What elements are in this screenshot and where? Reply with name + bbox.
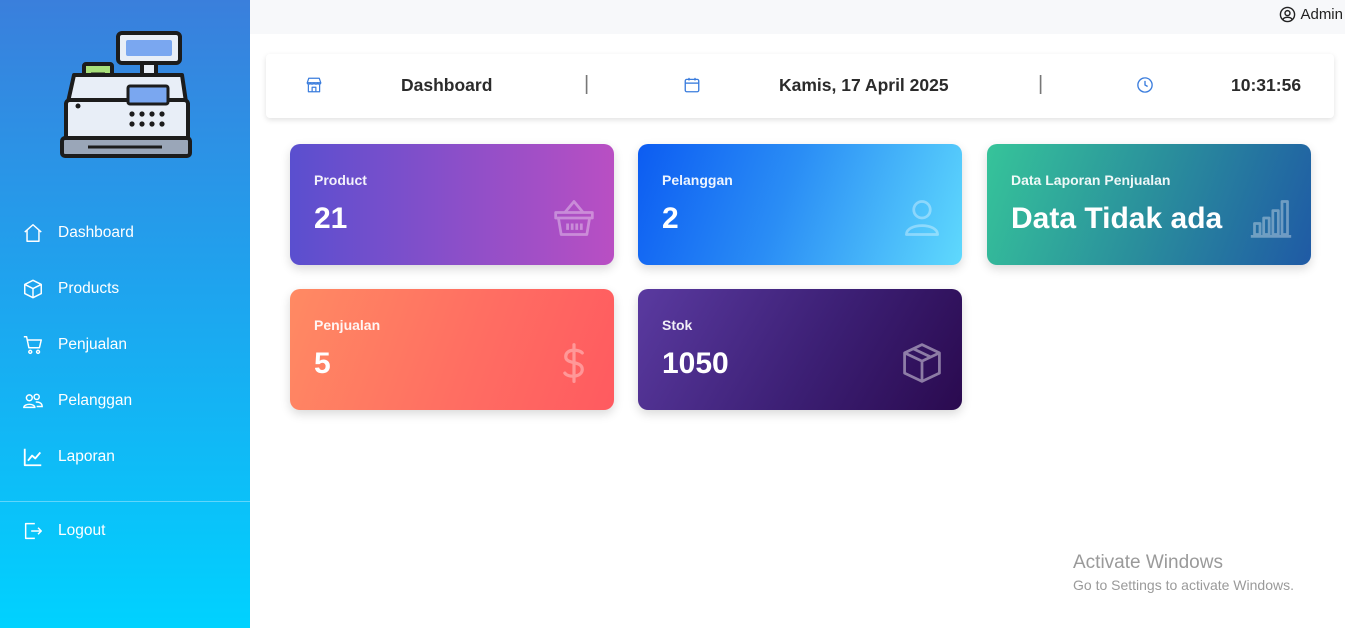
sidebar-item-label: Dashboard	[58, 224, 134, 241]
chart-line-icon	[23, 448, 42, 467]
card-value: 21	[314, 202, 348, 235]
bar-chart-icon	[1250, 200, 1292, 238]
logout-label: Logout	[58, 522, 106, 539]
card-pelanggan[interactable]: Pelanggan 2	[638, 144, 962, 265]
watermark-subtitle: Go to Settings to activate Windows.	[1073, 577, 1294, 593]
card-value: 5	[314, 347, 331, 380]
card-laporan-penjualan[interactable]: Data Laporan Penjualan Data Tidak ada	[987, 144, 1311, 265]
card-stok[interactable]: Stok 1050	[638, 289, 962, 410]
user-circle-icon	[1280, 6, 1296, 23]
clock-icon	[1137, 77, 1153, 93]
card-product[interactable]: Product 21	[290, 144, 614, 265]
card-value: Data Tidak ada	[1011, 202, 1223, 235]
box-icon	[903, 343, 941, 383]
card-value: 1050	[662, 347, 729, 380]
cart-icon	[23, 336, 42, 355]
windows-activation-watermark: Activate Windows Go to Settings to activ…	[1073, 552, 1294, 593]
sidebar-item-label: Laporan	[58, 448, 115, 465]
basket-icon	[554, 200, 594, 236]
card-label: Penjualan	[314, 317, 381, 333]
home-icon	[24, 224, 42, 242]
dollar-icon	[563, 343, 584, 383]
sidebar-nav: Dashboard Products Penjualan Pelanggan L…	[0, 205, 250, 485]
logout-button[interactable]: Logout	[0, 503, 250, 559]
calendar-icon	[684, 77, 700, 93]
card-label: Product	[314, 172, 367, 188]
cash-register-logo	[60, 31, 192, 158]
sidebar-item-pelanggan[interactable]: Pelanggan	[0, 373, 250, 429]
users-icon	[23, 393, 43, 409]
current-date: Kamis, 17 April 2025	[779, 75, 949, 95]
user-menu[interactable]: Admin	[1279, 6, 1343, 23]
box-icon	[24, 279, 42, 299]
card-penjualan[interactable]: Penjualan 5	[290, 289, 614, 410]
sidebar-item-laporan[interactable]: Laporan	[0, 429, 250, 485]
page-title: Dashboard	[401, 75, 493, 95]
card-value: 2	[662, 202, 679, 235]
info-separator: |	[584, 73, 590, 95]
sidebar-divider	[0, 501, 250, 502]
topbar: Admin	[250, 0, 1345, 34]
card-label: Data Laporan Penjualan	[1011, 172, 1171, 188]
info-bar: Dashboard | Kamis, 17 April 2025 | 10:31…	[266, 54, 1334, 118]
logout-icon	[24, 522, 42, 540]
person-icon	[905, 200, 939, 236]
sidebar-item-label: Penjualan	[58, 336, 127, 353]
user-name: Admin	[1300, 6, 1343, 23]
sidebar-item-dashboard[interactable]: Dashboard	[0, 205, 250, 261]
sidebar-item-products[interactable]: Products	[0, 261, 250, 317]
sidebar-item-penjualan[interactable]: Penjualan	[0, 317, 250, 373]
logout-section: Logout	[0, 503, 250, 559]
sidebar-item-label: Pelanggan	[58, 392, 133, 409]
current-time: 10:31:56	[1231, 75, 1302, 95]
watermark-title: Activate Windows	[1073, 552, 1223, 573]
store-icon	[306, 77, 322, 93]
card-label: Pelanggan	[662, 172, 733, 188]
sidebar: Dashboard Products Penjualan Pelanggan L…	[0, 0, 250, 628]
card-label: Stok	[662, 317, 693, 333]
info-separator: |	[1038, 73, 1044, 95]
sidebar-item-label: Products	[58, 280, 120, 297]
